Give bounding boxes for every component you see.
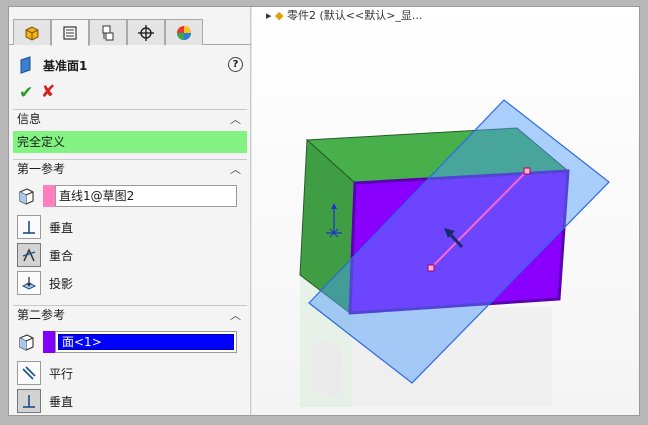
info-header-label: 信息: [17, 112, 42, 126]
graphics-area[interactable]: ▸ ◆ 零件2 (默认<<默认>_显...: [252, 7, 640, 415]
collapse-chevron-icon[interactable]: ︿: [230, 111, 241, 127]
first-reference-header[interactable]: 第一参考 ︿: [13, 159, 247, 177]
tab-configuration-manager[interactable]: [89, 19, 127, 45]
feature-tree-icon: [25, 25, 39, 41]
option-label: 垂直: [49, 394, 74, 409]
collapse-chevron-icon[interactable]: ︿: [230, 161, 241, 177]
option-label: 平行: [49, 366, 74, 381]
help-icon[interactable]: ?: [228, 57, 243, 72]
perpendicular-icon[interactable]: [17, 215, 41, 239]
sketch-endpoint[interactable]: [427, 264, 435, 272]
perpendicular-icon[interactable]: [17, 389, 41, 413]
option-label: 重合: [49, 248, 74, 263]
info-group-header[interactable]: 信息 ︿: [13, 109, 247, 127]
second-reference-selected-item[interactable]: 面<1>: [58, 334, 234, 350]
ok-button[interactable]: ✔: [19, 83, 33, 103]
coincident-icon[interactable]: [17, 243, 41, 267]
first-reference-label: 第一参考: [17, 162, 66, 176]
second-ref-option-perpendicular[interactable]: 垂直: [17, 389, 73, 413]
solidworks-window: 基准面1 ? ✔ ✘ 信息 ︿ 完全定义 第一参考 ︿ 直线1@草图2 垂直 重…: [8, 6, 640, 416]
first-reference-color-swatch: [43, 185, 55, 207]
second-ref-option-parallel[interactable]: 平行: [17, 361, 73, 385]
cube-select-icon: [15, 331, 37, 353]
second-reference-header[interactable]: 第二参考 ︿: [13, 305, 247, 323]
second-reference-color-swatch: [43, 331, 55, 353]
option-label: 垂直: [49, 220, 74, 235]
cube-select-icon: [15, 185, 37, 207]
cancel-button[interactable]: ✘: [41, 82, 55, 102]
second-reference-selection-row: 面<1>: [15, 331, 237, 353]
sketch-endpoint[interactable]: [523, 167, 531, 175]
first-ref-option-coincident[interactable]: 重合: [17, 243, 73, 267]
tab-display-manager[interactable]: [165, 19, 203, 45]
first-reference-selection-box[interactable]: 直线1@草图2: [55, 185, 237, 207]
window-frame: 基准面1 ? ✔ ✘ 信息 ︿ 完全定义 第一参考 ︿ 直线1@草图2 垂直 重…: [0, 0, 648, 425]
model-view[interactable]: [252, 7, 640, 415]
collapse-chevron-icon[interactable]: ︿: [230, 307, 241, 323]
property-manager: 基准面1 ? ✔ ✘ 信息 ︿ 完全定义 第一参考 ︿ 直线1@草图2 垂直 重…: [9, 7, 251, 415]
first-ref-option-project[interactable]: 投影: [17, 271, 73, 295]
status-fully-defined: 完全定义: [13, 131, 247, 153]
second-reference-selection-box[interactable]: 面<1>: [55, 331, 237, 353]
second-reference-label: 第二参考: [17, 308, 66, 322]
plane-icon: [20, 56, 31, 74]
option-label: 投影: [49, 276, 74, 291]
feature-title: 基准面1: [43, 58, 88, 73]
feature-title-row: 基准面1 ?: [19, 55, 243, 75]
crosshair-icon: [138, 24, 154, 41]
tab-property-manager[interactable]: [51, 19, 89, 46]
configuration-icon: [102, 25, 114, 40]
parallel-icon[interactable]: [17, 361, 41, 385]
tab-dimxpert[interactable]: [127, 19, 165, 45]
tab-feature-manager[interactable]: [13, 19, 51, 45]
appearance-ball-icon: [177, 25, 191, 40]
first-reference-selection-row: 直线1@草图2: [15, 185, 237, 207]
first-ref-option-perpendicular[interactable]: 垂直: [17, 215, 73, 239]
manager-tabs: [9, 19, 251, 46]
project-icon[interactable]: [17, 271, 41, 295]
property-list-icon: [63, 26, 77, 40]
